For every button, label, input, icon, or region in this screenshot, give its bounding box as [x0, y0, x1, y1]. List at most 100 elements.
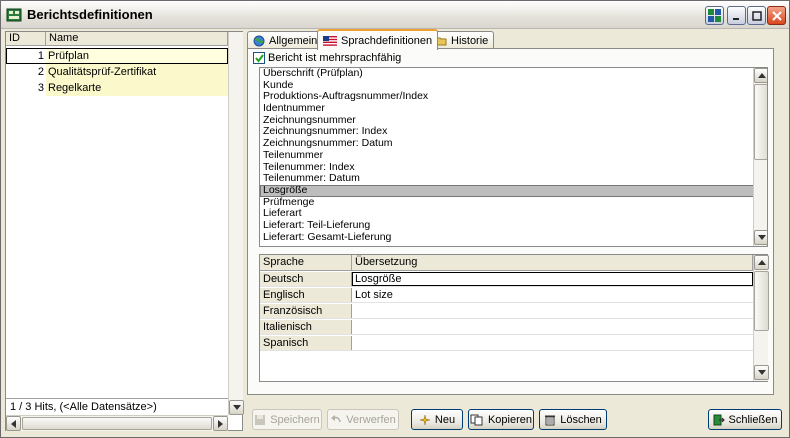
- minimize-button[interactable]: [727, 6, 746, 25]
- report-row-name: Qualitätsprüf-Zertifikat: [46, 64, 228, 80]
- translation-cell[interactable]: [352, 336, 753, 350]
- multilingual-option[interactable]: Bericht ist mehrsprachfähig: [253, 52, 401, 64]
- save-label: Speichern: [270, 413, 320, 426]
- tile-button[interactable]: [705, 6, 724, 25]
- undo-icon: [331, 414, 341, 422]
- close-label: Schließen: [728, 413, 778, 426]
- close-window-button[interactable]: [767, 6, 786, 25]
- field-list-scroll-thumb[interactable]: [754, 84, 767, 160]
- column-header-translation[interactable]: Übersetzung: [352, 255, 753, 271]
- tab-label: Historie: [451, 34, 489, 47]
- report-field-list[interactable]: Überschrift (Prüfplan) Kunde Produktions-A…: [259, 67, 768, 247]
- translation-grid-vscroll[interactable]: [753, 255, 769, 381]
- tab-allgemein[interactable]: Allgemein: [247, 31, 324, 49]
- column-header-name[interactable]: Name: [46, 32, 228, 45]
- scroll-down-button[interactable]: [229, 400, 244, 415]
- chevron-up-icon: [757, 259, 766, 265]
- translation-row[interactable]: Französisch: [260, 304, 753, 319]
- translation-cell[interactable]: Lot size: [352, 288, 753, 302]
- delete-button[interactable]: Löschen: [539, 409, 607, 430]
- chevron-down-icon: [757, 369, 766, 375]
- translation-row[interactable]: Spanisch: [260, 336, 753, 351]
- tab-label: Sprachdefinitionen: [341, 34, 433, 47]
- scroll-left-button[interactable]: [6, 416, 21, 431]
- scroll-up-button[interactable]: [754, 68, 767, 83]
- field-list-items: Überschrift (Prüfplan) Kunde Produktions-A…: [260, 68, 767, 243]
- report-list-status: 1 / 3 Hits, (<Alle Datensätze>): [6, 398, 228, 414]
- scroll-up-button[interactable]: [754, 255, 769, 270]
- report-row[interactable]: 2 Qualitätsprüf-Zertifikat: [6, 64, 228, 80]
- report-row-id: 3: [6, 80, 46, 96]
- flag-icon: [323, 35, 337, 46]
- column-header-language[interactable]: Sprache: [260, 255, 352, 271]
- field-list-item[interactable]: Lieferart: Teil-Lieferung: [260, 219, 767, 232]
- field-list-item[interactable]: Identnummer: [260, 102, 767, 115]
- chevron-right-icon: [217, 419, 223, 428]
- copy-button[interactable]: Kopieren: [468, 409, 534, 430]
- report-row[interactable]: 1 Prüfplan: [6, 48, 228, 64]
- title-bar: Berichtsdefinitionen: [1, 1, 789, 29]
- multilingual-label: Bericht ist mehrsprachfähig: [268, 52, 402, 64]
- new-button[interactable]: Neu: [411, 409, 463, 430]
- save-button[interactable]: Speichern: [252, 409, 322, 430]
- scroll-down-button[interactable]: [754, 230, 767, 245]
- scroll-down-button[interactable]: [754, 365, 769, 380]
- language-name: Deutsch: [260, 272, 352, 286]
- field-list-item[interactable]: Teilenummer: [260, 149, 767, 162]
- language-name: Englisch: [260, 288, 352, 302]
- language-name: Italienisch: [260, 320, 352, 334]
- report-list-pane: ID Name 1 Prüfplan 2 Qualitätsprüf-Zerti…: [5, 31, 244, 431]
- tab-historie[interactable]: Historie: [429, 31, 495, 49]
- new-label: Neu: [434, 413, 456, 426]
- field-list-item[interactable]: Losgröße: [260, 184, 767, 197]
- report-definitions-window: Berichtsdefinitionen ID Name 1 Prüfplan: [0, 0, 790, 438]
- field-list-item[interactable]: Zeichnungsnummer: Datum: [260, 137, 767, 150]
- field-list-vscroll[interactable]: [753, 68, 767, 246]
- close-icon: [771, 10, 782, 21]
- language-name: Französisch: [260, 304, 352, 318]
- field-list-item[interactable]: Teilenummer: Datum: [260, 172, 767, 185]
- tab-sprachdefinitionen[interactable]: Sprachdefinitionen: [317, 29, 439, 50]
- discard-button[interactable]: Verwerfen: [327, 409, 399, 430]
- scroll-right-button[interactable]: [213, 416, 228, 431]
- translation-scroll-thumb[interactable]: [754, 271, 769, 331]
- multilingual-checkbox[interactable]: [253, 52, 265, 64]
- field-list-item[interactable]: Produktions-Auftragsnummer/Index: [260, 91, 767, 103]
- chevron-up-icon: [757, 72, 766, 78]
- report-list-hscroll[interactable]: [6, 415, 228, 431]
- hscroll-thumb[interactable]: [22, 417, 212, 430]
- field-list-item[interactable]: Überschrift (Prüfplan): [260, 68, 767, 80]
- field-list-item[interactable]: Lieferart: Gesamt-Lieferung: [260, 231, 767, 244]
- maximize-icon: [751, 10, 762, 21]
- translation-cell[interactable]: [352, 320, 753, 334]
- translation-row[interactable]: Englisch Lot size: [260, 288, 753, 303]
- globe-icon: [253, 35, 265, 46]
- translation-row[interactable]: Deutsch Losgröße: [260, 272, 753, 287]
- translation-row[interactable]: Italienisch: [260, 320, 753, 335]
- discard-label: Verwerfen: [346, 413, 396, 426]
- tab-label: Allgemein: [269, 34, 318, 47]
- report-list-vscroll[interactable]: [228, 32, 244, 415]
- delete-label: Löschen: [560, 413, 602, 426]
- copy-icon: [470, 414, 483, 425]
- language-name: Spanisch: [260, 336, 352, 350]
- close-button[interactable]: Schließen: [708, 409, 782, 430]
- save-icon: [255, 414, 266, 425]
- column-header-id[interactable]: ID: [6, 32, 46, 45]
- tile-icon: [708, 9, 721, 22]
- field-list-item[interactable]: Prüfmenge: [260, 196, 767, 209]
- report-row-id: 1: [6, 48, 46, 64]
- report-row-name: Prüfplan: [46, 48, 228, 64]
- chevron-down-icon: [757, 234, 766, 240]
- report-list-header: ID Name: [6, 32, 242, 46]
- report-row-name: Regelkarte: [46, 80, 228, 96]
- window-title: Berichtsdefinitionen: [27, 7, 153, 22]
- translation-cell[interactable]: Losgröße: [352, 272, 753, 286]
- translation-cell[interactable]: [352, 304, 753, 318]
- checkmark-icon: [254, 53, 264, 63]
- exit-icon: [713, 414, 725, 425]
- report-row[interactable]: 3 Regelkarte: [6, 80, 228, 96]
- maximize-button[interactable]: [747, 6, 766, 25]
- report-row-id: 2: [6, 64, 46, 80]
- trash-icon: [545, 415, 556, 425]
